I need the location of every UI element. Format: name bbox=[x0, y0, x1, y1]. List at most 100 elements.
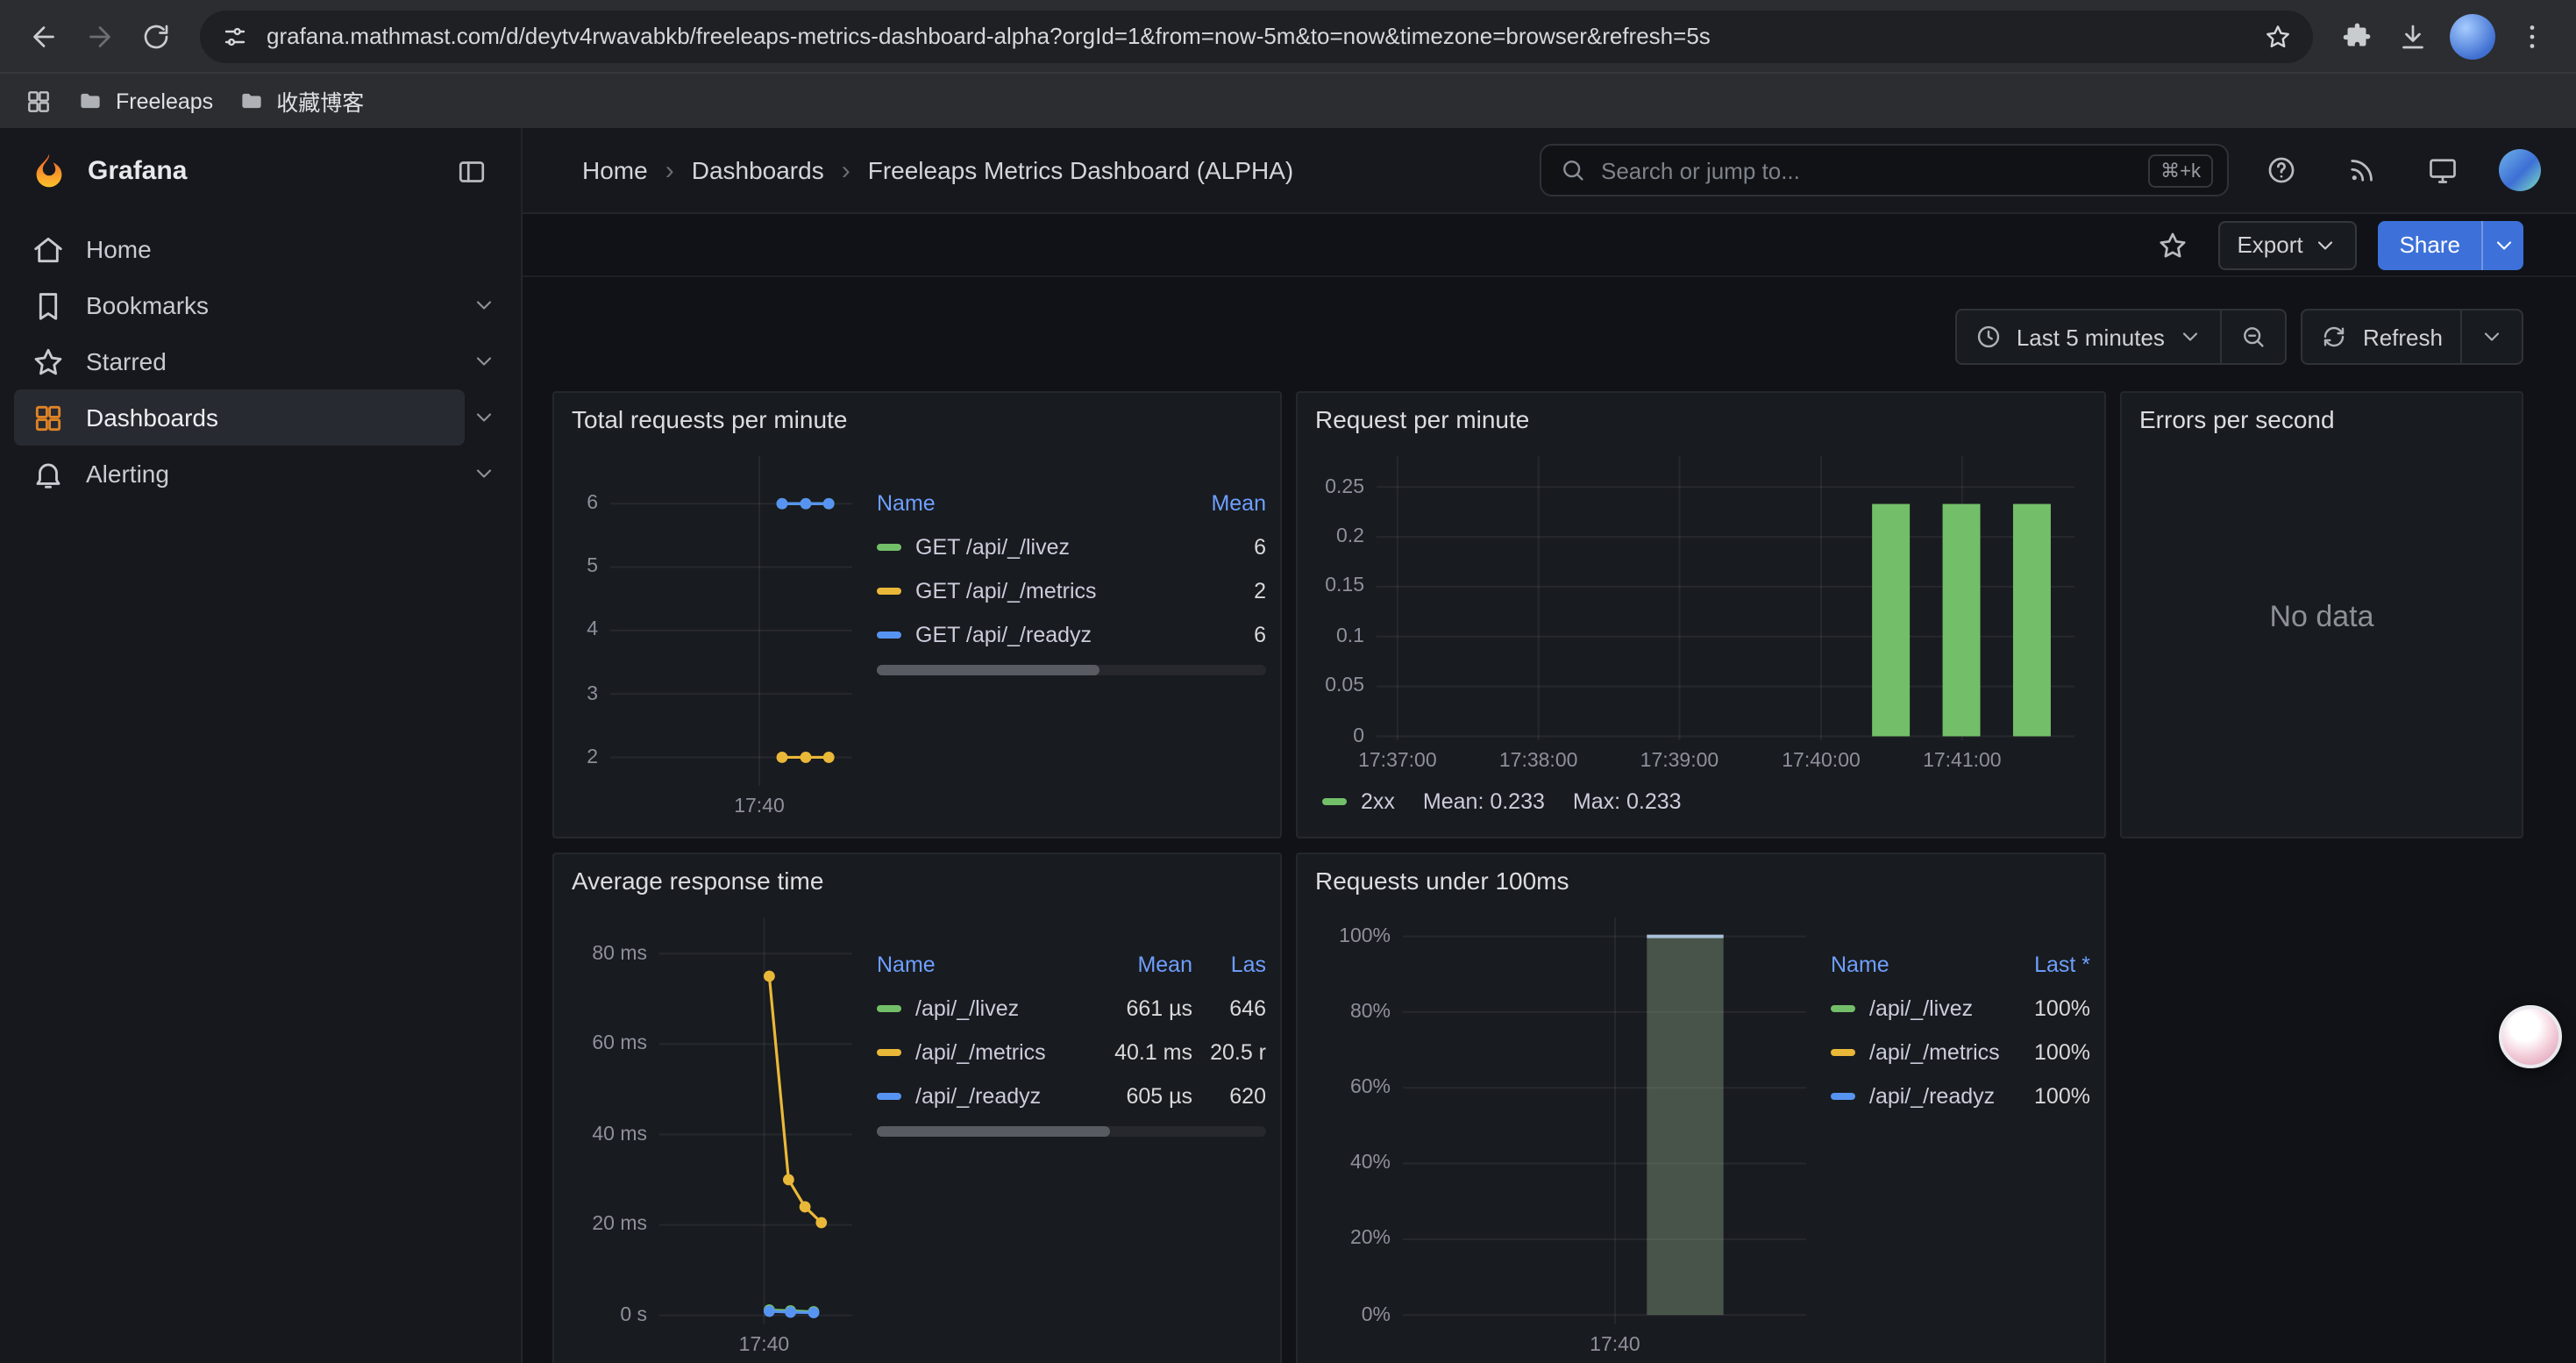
refresh-button[interactable]: Refresh bbox=[2303, 310, 2460, 363]
sidebar-item-bookmarks[interactable]: Bookmarks bbox=[0, 277, 521, 333]
help-button[interactable] bbox=[2257, 146, 2306, 195]
breadcrumb-home[interactable]: Home bbox=[582, 156, 648, 184]
apps-grid-icon[interactable] bbox=[25, 87, 53, 115]
back-button[interactable] bbox=[18, 10, 70, 62]
grafana-logo[interactable] bbox=[28, 150, 70, 192]
sidebar-item-alerting[interactable]: Alerting bbox=[0, 446, 521, 502]
legend-series-row[interactable]: GET /api/_/livez6 bbox=[877, 525, 1266, 568]
bookmark-icon bbox=[32, 289, 65, 322]
legend-col-name[interactable]: Name bbox=[877, 952, 1084, 976]
sidebar-item-pill: Home bbox=[14, 221, 496, 277]
folder-icon bbox=[77, 88, 103, 114]
zoom-out-button[interactable] bbox=[2221, 310, 2286, 363]
export-button[interactable]: Export bbox=[2217, 220, 2357, 269]
sidebar-collapse-icon bbox=[456, 155, 487, 187]
grafana-sidebar: Grafana Home Bookmarks StarredDashboardsAl… bbox=[0, 128, 523, 1363]
downloads-button[interactable] bbox=[2387, 10, 2439, 62]
scrollbar-thumb[interactable] bbox=[877, 665, 1099, 675]
sidebar-header: Grafana bbox=[0, 128, 521, 214]
extensions-puzzle-icon bbox=[2341, 20, 2373, 52]
series-label: /api/_/livez bbox=[915, 995, 1019, 1020]
legend-col[interactable]: Mean bbox=[1098, 952, 1192, 976]
reload-button[interactable] bbox=[130, 10, 182, 62]
scrollbar-thumb[interactable] bbox=[877, 1126, 1110, 1137]
favorite-dashboard-button[interactable] bbox=[2147, 220, 2196, 269]
panel-title[interactable]: Request per minute bbox=[1298, 393, 2104, 446]
share-button[interactable]: Share bbox=[2379, 220, 2481, 269]
series-color-swatch bbox=[877, 1004, 901, 1011]
tv-mode-button[interactable] bbox=[2418, 146, 2467, 195]
bookmark-folder-blogs[interactable]: 收藏博客 bbox=[238, 84, 364, 118]
legend-table: NameMeanLas/api/_/livez661 µs646/api/_/m… bbox=[877, 942, 1266, 1117]
bookmarks-bar: Freeleaps 收藏博客 bbox=[0, 72, 2576, 128]
legend-col[interactable]: Last * bbox=[2013, 952, 2090, 976]
sidebar-item-pill: Bookmarks bbox=[14, 277, 465, 333]
browser-menu-button[interactable] bbox=[2506, 10, 2558, 62]
user-avatar[interactable] bbox=[2499, 149, 2541, 191]
dock-sidebar-button[interactable] bbox=[447, 146, 496, 196]
legend-col[interactable]: Mean bbox=[1196, 490, 1266, 515]
legend-col[interactable]: Las bbox=[1206, 952, 1266, 976]
search-input[interactable] bbox=[1601, 157, 2134, 183]
address-bar[interactable]: grafana.mathmast.com/d/deytv4rwavabkb/fr… bbox=[200, 10, 2313, 62]
legend-header: Name Mean Las bbox=[877, 942, 1266, 986]
panel-title[interactable]: Errors per second bbox=[2122, 393, 2522, 446]
sidebar-item-label: Bookmarks bbox=[86, 291, 209, 319]
series-label: /api/_/metrics bbox=[1869, 1039, 1999, 1064]
legend-series-row[interactable]: /api/_/readyz100% bbox=[1831, 1074, 2090, 1117]
legend-series-row[interactable]: /api/_/metrics100% bbox=[1831, 1030, 2090, 1074]
series-line bbox=[769, 976, 821, 1223]
browser-profile-avatar[interactable] bbox=[2450, 13, 2495, 59]
legend-col-name[interactable]: Name bbox=[1831, 952, 1999, 976]
legend-value: 605 µs bbox=[1098, 1083, 1192, 1108]
news-button[interactable] bbox=[2338, 146, 2387, 195]
time-controls-row: Last 5 minutes Refresh bbox=[1955, 309, 2523, 365]
data-point bbox=[815, 1217, 827, 1229]
legend-series-row[interactable]: /api/_/metrics40.1 ms20.5 r bbox=[877, 1030, 1266, 1074]
legend-series-row[interactable]: /api/_/livez661 µs646 bbox=[877, 986, 1266, 1030]
series-label: GET /api/_/readyz bbox=[915, 622, 1092, 646]
panel-title[interactable]: Total requests per minute bbox=[554, 393, 1280, 446]
time-range-picker[interactable]: Last 5 minutes bbox=[1957, 310, 2221, 363]
search-box[interactable]: ⌘+k bbox=[1540, 144, 2229, 196]
legend-series-name: /api/_/readyz bbox=[1831, 1083, 1999, 1108]
dashboard-canvas: Last 5 minutes Refresh bbox=[523, 277, 2576, 1363]
legend-table: Name Mean GET /api/_/livez6GET /api/_/metr… bbox=[877, 481, 1266, 656]
browser-window: grafana.mathmast.com/d/deytv4rwavabkb/fr… bbox=[0, 0, 2576, 1363]
legend-scrollbar[interactable] bbox=[877, 665, 1266, 675]
legend-value: 6 bbox=[1196, 622, 1266, 646]
legend-col-name[interactable]: Name bbox=[877, 490, 1182, 515]
bookmark-star-icon[interactable] bbox=[2264, 22, 2292, 50]
panel-request-per-minute: Request per minute 17:37:0017:38:0017:39… bbox=[1296, 391, 2106, 838]
total-requests-chart: 17:4065432 bbox=[568, 446, 866, 824]
legend-value: 661 µs bbox=[1098, 995, 1192, 1020]
legend-series-name: /api/_/metrics bbox=[877, 1039, 1084, 1064]
refresh-interval-button[interactable] bbox=[2460, 310, 2522, 363]
time-range-label: Last 5 minutes bbox=[2017, 324, 2165, 350]
legend-scrollbar[interactable] bbox=[877, 1126, 1266, 1137]
legend-header: Name Last * bbox=[1831, 942, 2090, 986]
bookmark-folder-freeleaps[interactable]: Freeleaps bbox=[77, 88, 213, 114]
sidebar-item-home[interactable]: Home bbox=[0, 221, 521, 277]
sidebar-item-dashboards[interactable]: Dashboards bbox=[0, 389, 521, 446]
sidebar-item-starred[interactable]: Starred bbox=[0, 333, 521, 389]
legend-series-row[interactable]: /api/_/readyz605 µs620 bbox=[877, 1074, 1266, 1117]
legend-series-name: GET /api/_/readyz bbox=[877, 622, 1182, 646]
breadcrumb-dashboards[interactable]: Dashboards bbox=[692, 156, 824, 184]
panel-requests-under-100ms: Requests under 100ms 17:40100%80%60%40%2… bbox=[1296, 853, 2106, 1363]
legend-series-row[interactable]: GET /api/_/readyz 6 bbox=[877, 612, 1266, 656]
legend-series-row[interactable]: /api/_/livez100% bbox=[1831, 986, 2090, 1030]
data-point bbox=[764, 1306, 775, 1317]
series-color-swatch bbox=[877, 1092, 901, 1099]
panel-title[interactable]: Average response time bbox=[554, 854, 1280, 907]
assistant-avatar-button[interactable] bbox=[2499, 1005, 2562, 1068]
extensions-button[interactable] bbox=[2330, 10, 2383, 62]
data-point bbox=[801, 752, 812, 763]
forward-button[interactable] bbox=[74, 10, 126, 62]
share-menu-button[interactable] bbox=[2481, 220, 2523, 269]
legend-value: 100% bbox=[2013, 995, 2090, 1020]
legend-series-name[interactable]: 2xx bbox=[1322, 789, 1395, 814]
star-icon bbox=[2156, 229, 2188, 260]
panel-title[interactable]: Requests under 100ms bbox=[1298, 854, 2104, 907]
legend-series-row[interactable]: GET /api/_/metrics2 bbox=[877, 568, 1266, 612]
